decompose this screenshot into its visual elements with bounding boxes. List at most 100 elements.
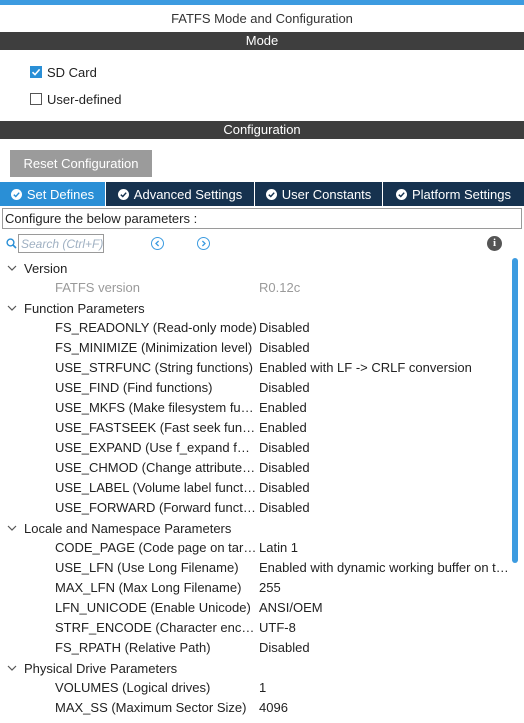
param-name: LFN_UNICODE (Enable Unicode) — [55, 600, 251, 615]
param-name: FS_RPATH (Relative Path) — [55, 640, 211, 655]
chevron-down-icon[interactable] — [6, 658, 18, 678]
chevron-down-icon[interactable] — [6, 518, 18, 538]
configuration-tabs: Set Defines Advanced Settings User Const… — [0, 182, 524, 206]
configuration-section-header: Configuration — [0, 121, 524, 139]
param-value: R0.12c — [259, 280, 301, 295]
param-row[interactable]: VOLUMES (Logical drives) 1 — [0, 678, 510, 698]
param-value: Enabled with LF -> CRLF conversion — [259, 360, 472, 375]
param-value: Disabled — [259, 340, 310, 355]
group-function-parameters[interactable]: Function Parameters — [0, 298, 145, 318]
param-value: Enabled with dynamic working buffer on t… — [259, 560, 509, 575]
group-locale-namespace-parameters[interactable]: Locale and Namespace Parameters — [0, 518, 231, 538]
chevron-down-icon[interactable] — [6, 298, 18, 318]
param-value: Enabled — [259, 400, 307, 415]
param-value: UTF-8 — [259, 620, 296, 635]
param-row[interactable]: USE_EXPAND (Use f_expand func... Disable… — [0, 438, 510, 458]
tab-set-defines[interactable]: Set Defines — [0, 182, 106, 206]
chevron-down-icon[interactable] — [6, 258, 18, 278]
param-value: Disabled — [259, 460, 310, 475]
param-name: CODE_PAGE (Code page on targ... — [55, 540, 257, 555]
check-circle-icon — [117, 188, 129, 200]
param-value: Latin 1 — [259, 540, 299, 555]
param-value: Disabled — [259, 640, 310, 655]
param-value: ANSI/OEM — [259, 600, 323, 615]
param-name: USE_FASTSEEK (Fast seek functi... — [55, 420, 257, 435]
search-input[interactable] — [18, 234, 104, 253]
reset-configuration-button[interactable]: Reset Configuration — [10, 150, 152, 177]
param-value: 1 — [259, 680, 267, 695]
chevron-right-icon — [201, 240, 206, 247]
param-row[interactable]: USE_FASTSEEK (Fast seek functi... Enable… — [0, 418, 510, 438]
param-value: Disabled — [259, 320, 310, 335]
panel-title: FATFS Mode and Configuration — [171, 11, 353, 26]
param-value: Disabled — [259, 480, 310, 495]
mode-option-user-defined[interactable]: User-defined — [30, 90, 121, 108]
param-row[interactable]: STRF_ENCODE (Character encod... UTF-8 — [0, 618, 510, 638]
mode-option-sd-card[interactable]: SD Card — [30, 63, 97, 81]
mode-option-label: User-defined — [47, 91, 122, 107]
param-row[interactable]: MAX_LFN (Max Long Filename) 255 — [0, 578, 510, 598]
param-value: Disabled — [259, 500, 310, 515]
param-row[interactable]: USE_FIND (Find functions) Disabled — [0, 378, 510, 398]
param-value: Disabled — [259, 380, 310, 395]
param-row[interactable]: USE_STRFUNC (String functions) Enabled w… — [0, 358, 510, 378]
search-previous-button[interactable] — [151, 237, 164, 250]
tab-label: User Constants — [281, 186, 372, 202]
param-row[interactable]: USE_MKFS (Make filesystem functi... Enab… — [0, 398, 510, 418]
vertical-scrollbar[interactable] — [512, 258, 518, 723]
tab-platform-settings[interactable]: Platform Settings — [383, 182, 524, 206]
group-version[interactable]: Version — [0, 258, 67, 278]
param-name: STRF_ENCODE (Character encod... — [55, 620, 257, 635]
param-name: MAX_SS (Maximum Sector Size) — [55, 700, 247, 715]
param-name: FATFS version — [55, 280, 141, 295]
tab-label: Platform Settings — [412, 186, 511, 202]
param-row[interactable]: FATFS version R0.12c — [0, 278, 510, 298]
param-row[interactable]: CODE_PAGE (Code page on targ... Latin 1 — [0, 538, 510, 558]
param-value: Enabled — [259, 420, 307, 435]
group-physical-drive-parameters[interactable]: Physical Drive Parameters — [0, 658, 177, 678]
group-title: Locale and Namespace Parameters — [24, 520, 232, 536]
chevron-left-icon — [155, 240, 160, 247]
param-value: 255 — [259, 580, 281, 595]
param-row[interactable]: MAX_SS (Maximum Sector Size) 4096 — [0, 698, 510, 718]
check-circle-icon — [396, 188, 407, 200]
mode-section-header: Mode — [0, 32, 524, 50]
tab-label: Advanced Settings — [133, 186, 243, 202]
param-name: USE_EXPAND (Use f_expand func... — [55, 440, 257, 455]
tab-advanced-settings[interactable]: Advanced Settings — [106, 182, 255, 206]
param-row[interactable]: USE_CHMOD (Change attributes f... Disabl… — [0, 458, 510, 478]
param-name: MAX_LFN (Max Long Filename) — [55, 580, 242, 595]
check-circle-icon — [265, 188, 277, 200]
param-name: FS_READONLY (Read-only mode) — [55, 320, 257, 335]
param-row[interactable]: LFN_UNICODE (Enable Unicode) ANSI/OEM — [0, 598, 510, 618]
param-name: USE_FORWARD (Forward function) — [55, 500, 257, 515]
group-title: Function Parameters — [24, 300, 145, 316]
param-row[interactable]: USE_LABEL (Volume label function... Disa… — [0, 478, 510, 498]
check-circle-icon — [10, 188, 22, 200]
mode-option-label: SD Card — [47, 64, 97, 80]
search-row: i — [0, 232, 524, 254]
param-value: 4096 — [259, 700, 288, 715]
param-row[interactable]: FS_READONLY (Read-only mode) Disabled — [0, 318, 510, 338]
param-value: Disabled — [259, 440, 310, 455]
checkbox-checked-icon[interactable] — [30, 66, 42, 78]
scrollbar-thumb[interactable] — [512, 258, 518, 563]
parameters-instruction: Configure the below parameters : — [2, 208, 522, 229]
param-row[interactable]: FS_RPATH (Relative Path) Disabled — [0, 638, 510, 658]
param-name: USE_CHMOD (Change attributes f... — [55, 460, 257, 475]
param-name: VOLUMES (Logical drives) — [55, 680, 211, 695]
search-icon[interactable] — [6, 237, 17, 252]
param-row[interactable]: FS_MINIMIZE (Minimization level) Disable… — [0, 338, 510, 358]
tab-user-constants[interactable]: User Constants — [255, 182, 383, 206]
param-name: USE_STRFUNC (String functions) — [55, 360, 253, 375]
tab-label: Set Defines — [26, 186, 95, 202]
checkbox-unchecked-icon[interactable] — [30, 93, 42, 105]
search-next-button[interactable] — [197, 237, 210, 250]
param-row[interactable]: USE_FORWARD (Forward function) Disabled — [0, 498, 510, 518]
param-row[interactable]: USE_LFN (Use Long Filename) Enabled with… — [0, 558, 510, 578]
info-icon[interactable]: i — [487, 236, 502, 251]
param-name: USE_FIND (Find functions) — [55, 380, 213, 395]
param-name: USE_LFN (Use Long Filename) — [55, 560, 239, 575]
group-title: Physical Drive Parameters — [24, 660, 178, 676]
param-name: USE_MKFS (Make filesystem functi... — [55, 400, 257, 415]
